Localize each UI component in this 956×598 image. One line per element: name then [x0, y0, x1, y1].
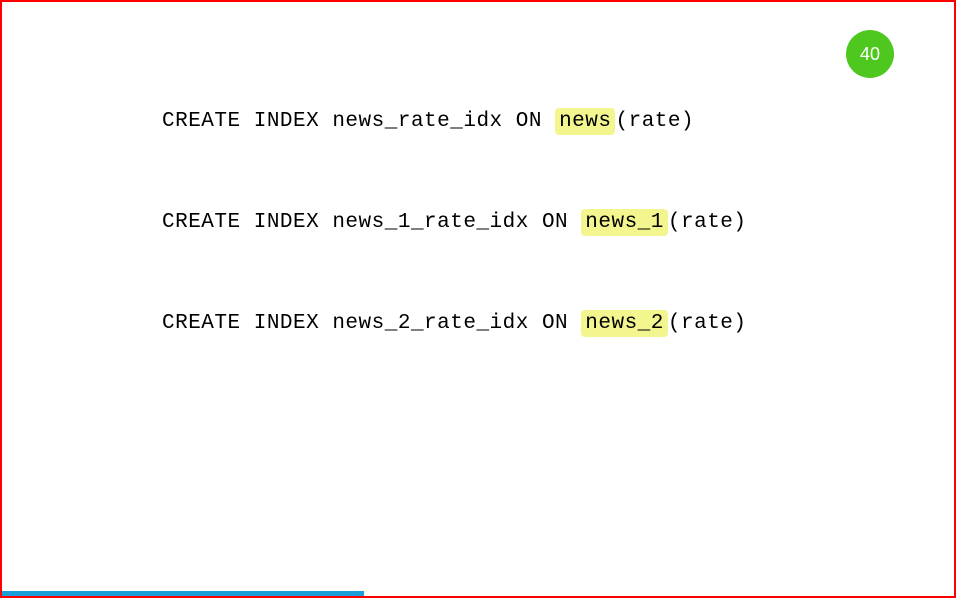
code-prefix: CREATE INDEX news_rate_idx ON [162, 110, 555, 133]
code-suffix: (rate) [668, 312, 747, 335]
code-line-3: CREATE INDEX news_2_rate_idx ON news_2(r… [162, 312, 954, 335]
code-line-1: CREATE INDEX news_rate_idx ON news(rate) [162, 110, 954, 133]
page-number-badge: 40 [846, 30, 894, 78]
progress-bar [2, 591, 364, 596]
highlighted-table-name: news_1 [581, 209, 668, 236]
highlighted-table-name: news_2 [581, 310, 668, 337]
code-suffix: (rate) [668, 211, 747, 234]
slide-container: 40 CREATE INDEX news_rate_idx ON news(ra… [0, 0, 956, 598]
highlighted-table-name: news [555, 108, 615, 135]
page-number: 40 [860, 44, 880, 65]
code-line-2: CREATE INDEX news_1_rate_idx ON news_1(r… [162, 211, 954, 234]
slide-content: CREATE INDEX news_rate_idx ON news(rate)… [2, 2, 954, 335]
code-suffix: (rate) [615, 110, 694, 133]
code-prefix: CREATE INDEX news_2_rate_idx ON [162, 312, 581, 335]
code-prefix: CREATE INDEX news_1_rate_idx ON [162, 211, 581, 234]
